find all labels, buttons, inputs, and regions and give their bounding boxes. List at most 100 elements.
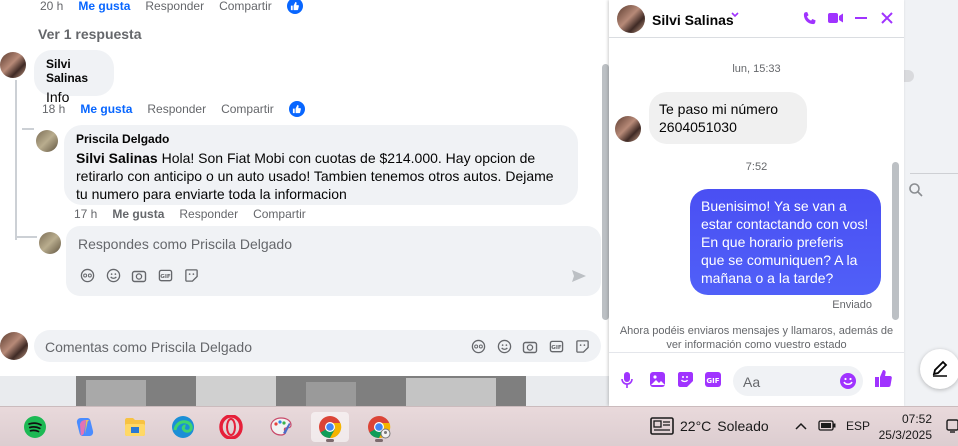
reply-toolbar: GIF [78, 266, 200, 284]
phone-icon[interactable] [800, 9, 818, 27]
video-call-icon[interactable] [826, 9, 844, 27]
feed-background [526, 376, 610, 406]
comment-bubble: Silvi Salinas Info [34, 50, 114, 105]
post-image[interactable] [76, 376, 526, 406]
comment-author[interactable]: Priscila Delgado [76, 132, 566, 146]
comment-toolbar: GIF [469, 337, 591, 355]
emoji-icon[interactable] [495, 337, 513, 355]
notification-icon[interactable] [946, 419, 958, 433]
comment-composer[interactable]: Comentas como Priscila Delgado GIF [34, 330, 601, 362]
like-link[interactable]: Me gusta [80, 102, 132, 116]
like-link[interactable]: Me gusta [112, 207, 164, 221]
mention-link[interactable]: Silvi Salinas [76, 150, 158, 166]
chat-header-actions [800, 9, 896, 27]
file-explorer-icon[interactable] [116, 412, 154, 442]
avatar-silvi-salinas[interactable] [0, 52, 26, 78]
search-icon[interactable] [908, 182, 924, 198]
language-indicator[interactable]: ESP [846, 419, 870, 433]
feed-background [0, 376, 76, 406]
news-icon [650, 417, 674, 435]
weather-widget[interactable]: 22°C Soleado [650, 417, 769, 435]
active-indicator [326, 439, 334, 442]
camera-icon[interactable] [130, 266, 148, 284]
reply-link[interactable]: Responder [147, 102, 206, 116]
reply-input[interactable]: Respondes como Priscila Delgado [78, 236, 292, 252]
reply-link[interactable]: Responder [145, 0, 204, 13]
contact-name[interactable]: Silvi Salinas [652, 12, 734, 28]
current-user-avatar[interactable] [39, 232, 61, 254]
thumbs-up-icon[interactable] [874, 369, 893, 388]
comment-time: 18 h [42, 102, 66, 116]
minimize-icon[interactable] [852, 9, 870, 27]
emoji-icon[interactable] [839, 372, 857, 390]
close-icon[interactable] [878, 9, 896, 27]
share-link[interactable]: Compartir [219, 0, 272, 13]
comment-text: Silvi Salinas Hola! Son Fiat Mobi con cu… [76, 150, 554, 202]
view-replies-link[interactable]: Ver 1 respuesta [38, 26, 142, 42]
svg-text:GIF: GIF [551, 344, 562, 350]
like-reaction-icon[interactable] [288, 101, 305, 117]
scrollbar[interactable] [892, 162, 899, 320]
like-link[interactable]: Me gusta [78, 0, 130, 13]
scrollbar[interactable] [602, 64, 609, 320]
current-user-avatar[interactable] [0, 332, 28, 360]
copilot-icon[interactable] [66, 412, 104, 442]
clock[interactable]: 07:52 25/3/2025 [872, 411, 932, 443]
clock-time: 07:52 [901, 412, 932, 426]
clock-date: 25/3/2025 [878, 428, 932, 442]
reply-composer[interactable]: Respondes como Priscila Delgado GIF [66, 226, 601, 296]
chat-composer: GIF Aa [609, 352, 904, 406]
avatar-priscila-delgado[interactable] [36, 130, 58, 152]
chat-window: Silvi Salinas lun, 15:33 Te paso mi núme… [609, 0, 904, 406]
chrome-profile-icon[interactable] [360, 412, 398, 442]
thread-line [22, 128, 34, 130]
chevron-down-icon[interactable] [730, 10, 740, 20]
outgoing-message[interactable]: Buenisimo! Ya se van a estar contactando… [690, 189, 881, 295]
incoming-message[interactable]: Te paso mi número 2604051030 [649, 92, 807, 144]
emoji-icon[interactable] [104, 266, 122, 284]
photo-icon[interactable] [649, 371, 666, 388]
sticker-icon[interactable] [182, 266, 200, 284]
comment-input[interactable]: Comentas como Priscila Delgado [45, 339, 252, 355]
message-input[interactable]: Aa [733, 366, 863, 396]
camera-icon[interactable] [521, 337, 539, 355]
message-status: Enviado [832, 299, 872, 311]
weather-condition: Soleado [717, 418, 769, 434]
gif-icon[interactable]: GIF [704, 371, 722, 388]
send-icon[interactable] [571, 269, 587, 283]
comments-panel: 20 h Me gusta Responder Compartir Ver 1 … [0, 0, 612, 376]
message-timestamp: lun, 15:33 [732, 63, 781, 75]
share-link[interactable]: Compartir [253, 207, 306, 221]
paint-icon[interactable] [262, 412, 300, 442]
chevron-up-icon[interactable] [794, 421, 808, 431]
sticker-icon[interactable] [573, 337, 591, 355]
avatar-sticker-icon[interactable] [469, 337, 487, 355]
comment-bubble: Priscila Delgado Silvi Salinas Hola! Son… [64, 125, 578, 205]
gif-icon[interactable]: GIF [547, 337, 565, 355]
edge-icon[interactable] [164, 412, 202, 442]
avatar-sticker-icon[interactable] [78, 266, 96, 284]
battery-icon[interactable] [818, 420, 836, 431]
feed-background [904, 0, 958, 406]
connection-notice: Ahora podéis enviaros mensajes y llamaro… [619, 325, 894, 351]
comment-author[interactable]: Silvi Salinas [46, 57, 102, 85]
share-link[interactable]: Compartir [221, 102, 274, 116]
svg-text:GIF: GIF [706, 377, 719, 385]
like-reaction-icon[interactable] [286, 0, 303, 14]
gif-icon[interactable]: GIF [156, 266, 174, 284]
scroll-indicator [904, 70, 914, 82]
thread-line [15, 236, 37, 238]
reply-link[interactable]: Responder [179, 207, 238, 221]
comment-actions: 18 h Me gusta Responder Compartir [42, 101, 320, 117]
sticker-icon[interactable] [677, 371, 694, 388]
new-message-button[interactable] [920, 349, 958, 389]
comment-actions: 20 h Me gusta Responder Compartir [40, 0, 318, 14]
microphone-icon[interactable] [621, 371, 633, 389]
spotify-icon[interactable] [16, 412, 54, 442]
contact-avatar[interactable] [617, 5, 645, 33]
thread-line [15, 80, 17, 240]
chrome-icon[interactable] [311, 412, 349, 442]
compose-icon [932, 360, 948, 377]
contact-avatar[interactable] [615, 116, 641, 142]
opera-icon[interactable] [212, 412, 250, 442]
